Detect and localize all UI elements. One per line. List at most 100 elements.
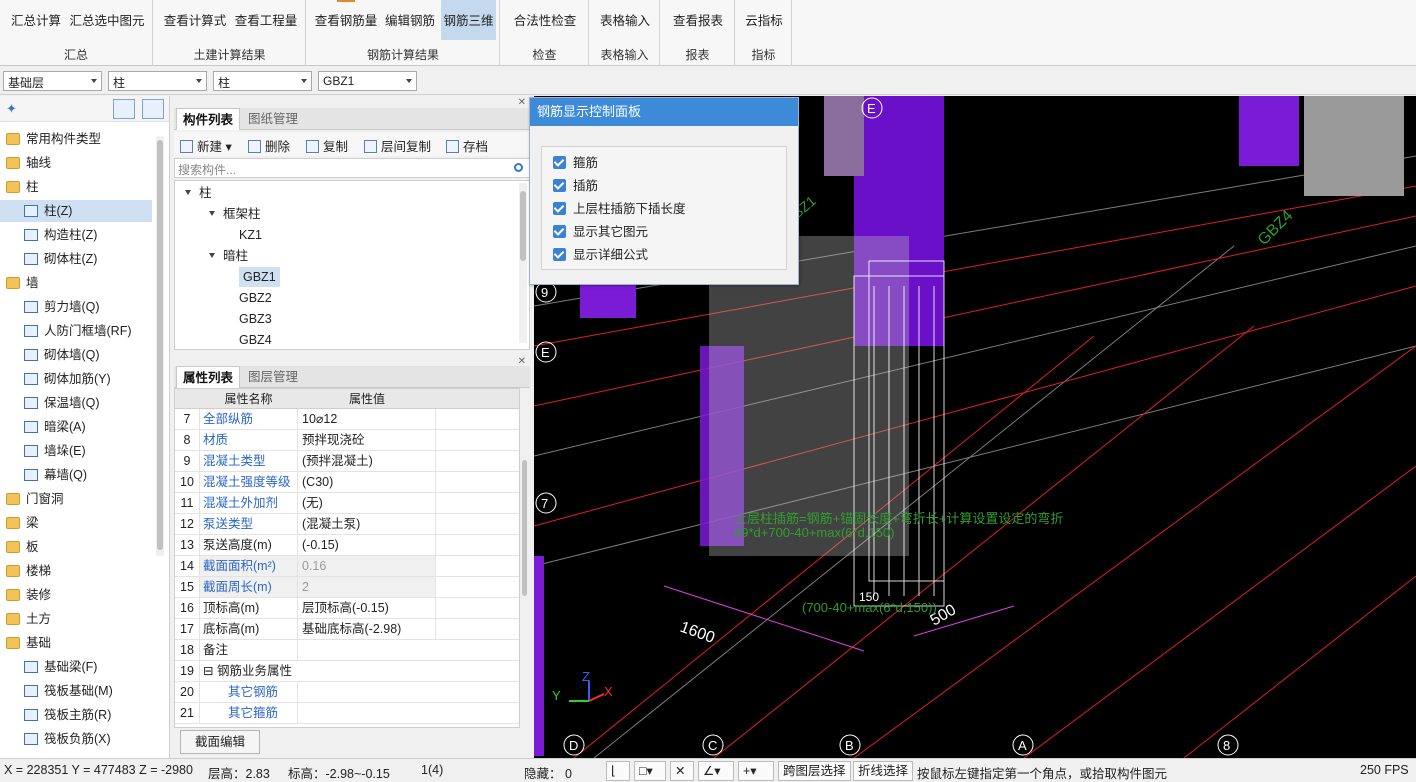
property-row[interactable]: 11 混凝土外加剂 (无) xyxy=(175,493,519,514)
cross-layer-select-button[interactable]: 跨图层选择 xyxy=(778,761,851,781)
component-search-input[interactable]: 搜索构件... xyxy=(174,158,530,178)
nav-subitem[interactable]: 柱(Z) xyxy=(0,200,152,222)
collapse-icon[interactable]: ⊟ xyxy=(203,664,217,678)
floor-copy-button[interactable]: 层间复制 xyxy=(364,136,431,155)
tab-drawing-manage[interactable]: 图纸管理 xyxy=(242,108,304,130)
property-row[interactable]: 19 ⊟ 钢筋业务属性 xyxy=(175,661,519,682)
nav-subitem[interactable]: 筏板主筋(R) xyxy=(0,704,152,726)
rebar-3d-button[interactable]: 钢筋三维 xyxy=(441,0,496,40)
nav-category[interactable]: 土方 xyxy=(0,608,152,630)
nav-category[interactable]: 柱 xyxy=(0,176,152,198)
delete-button[interactable]: 删除 xyxy=(248,136,290,155)
property-value[interactable]: 2 xyxy=(298,577,436,597)
type-select[interactable]: 柱 xyxy=(213,71,312,91)
component-tree-item[interactable]: GBZ4 xyxy=(239,330,272,349)
nav-subitem[interactable]: 筏板基础(M) xyxy=(0,680,152,702)
stirrup-checkbox[interactable]: 箍筋 xyxy=(553,153,598,173)
upper-dowel-length-checkbox[interactable]: 上层柱插筋下插长度 xyxy=(553,199,686,219)
nav-subitem[interactable]: 保温墙(Q) xyxy=(0,392,152,414)
ortho-icon[interactable]: ⌊ xyxy=(606,761,630,781)
property-row[interactable]: 16 顶标高(m) 层顶标高(-0.15) xyxy=(175,598,519,619)
property-row[interactable]: 15 截面周长(m) 2 xyxy=(175,577,519,598)
tab-component-list[interactable]: 构件列表 xyxy=(176,108,241,130)
property-scrollbar[interactable] xyxy=(520,390,529,726)
property-value[interactable]: 10⌀12 xyxy=(298,409,436,429)
nav-category[interactable]: 楼梯 xyxy=(0,560,152,582)
summary-selected-button[interactable]: 汇总选中图元 xyxy=(68,0,146,40)
component-tree-item[interactable]: KZ1 xyxy=(239,225,262,245)
nav-category[interactable]: 轴线 xyxy=(0,152,152,174)
expand-arrow-icon[interactable] xyxy=(209,253,215,258)
pin-icon[interactable]: ✦ xyxy=(6,101,17,117)
property-value[interactable]: (预拌混凝土) xyxy=(298,451,436,471)
property-row[interactable]: 17 底标高(m) 基础底标高(-2.98) xyxy=(175,619,519,640)
element-select[interactable]: GBZ1 xyxy=(318,71,417,91)
archive-button[interactable]: 存档 xyxy=(446,136,488,155)
close-icon[interactable]: ✕ xyxy=(518,97,526,108)
snap-icon[interactable]: □▾ xyxy=(634,761,666,781)
view-rebar-button[interactable]: 查看钢筋量 xyxy=(313,0,379,40)
nav-subitem[interactable]: 基础梁(F) xyxy=(0,656,152,678)
property-value[interactable]: (无) xyxy=(298,493,436,513)
tab-property-list[interactable]: 属性列表 xyxy=(176,366,241,388)
search-icon[interactable] xyxy=(514,163,523,172)
cross-icon[interactable]: ✕ xyxy=(670,761,694,781)
component-tree-item[interactable]: GBZ2 xyxy=(239,288,272,308)
nav-subitem[interactable]: 人防门框墙(RF) xyxy=(0,320,152,342)
property-value[interactable]: (C30) xyxy=(298,472,436,492)
component-tree-item[interactable]: 框架柱 xyxy=(209,204,261,224)
angle-icon[interactable]: ∠▾ xyxy=(698,761,734,781)
property-value[interactable]: (混凝土泵) xyxy=(298,514,436,534)
property-row[interactable]: 10 混凝土强度等级 (C30) xyxy=(175,472,519,493)
property-value[interactable]: 0.16 xyxy=(298,556,436,576)
property-row[interactable]: 12 泵送类型 (混凝土泵) xyxy=(175,514,519,535)
cloud-index-button[interactable]: 云指标 xyxy=(742,0,786,40)
nav-subitem[interactable]: 砌体柱(Z) xyxy=(0,248,152,270)
view-report-button[interactable]: 查看报表 xyxy=(669,0,727,40)
nav-subitem[interactable]: 墙垛(E) xyxy=(0,440,152,462)
property-row[interactable]: 9 混凝土类型 (预拌混凝土) xyxy=(175,451,519,472)
nav-category[interactable]: 墙 xyxy=(0,272,152,294)
edit-rebar-button[interactable]: 编辑钢筋 xyxy=(383,0,437,40)
nav-category[interactable]: 门窗洞 xyxy=(0,488,152,510)
property-row[interactable]: 8 材质 预拌现浇砼 xyxy=(175,430,519,451)
dowel-checkbox[interactable]: 插筋 xyxy=(553,176,598,196)
view-quantity-button[interactable]: 查看工程量 xyxy=(232,0,300,40)
property-row[interactable]: 18 备注 xyxy=(175,640,519,661)
view-formula-button[interactable]: 查看计算式 xyxy=(162,0,228,40)
property-value[interactable]: 基础底标高(-2.98) xyxy=(298,619,436,639)
property-value[interactable]: (-0.15) xyxy=(298,535,436,555)
legality-check-button[interactable]: 合法性检查 xyxy=(511,0,579,40)
dim-tool-icon[interactable]: +▾ xyxy=(738,761,774,781)
nav-subitem[interactable]: 剪力墙(Q) xyxy=(0,296,152,318)
nav-category[interactable]: 梁 xyxy=(0,512,152,534)
new-button[interactable]: 新建 ▾ xyxy=(180,136,232,155)
show-formula-checkbox[interactable]: 显示详细公式 xyxy=(553,245,648,265)
property-row[interactable]: 13 泵送高度(m) (-0.15) xyxy=(175,535,519,556)
show-other-elements-checkbox[interactable]: 显示其它图元 xyxy=(553,222,648,242)
nav-category[interactable]: 基础 xyxy=(0,632,152,654)
property-value[interactable]: 层顶标高(-0.15) xyxy=(298,598,436,618)
nav-subitem[interactable]: 砌体加筋(Y) xyxy=(0,368,152,390)
list-view-icon[interactable] xyxy=(113,99,135,119)
nav-subitem[interactable]: 构造柱(Z) xyxy=(0,224,152,246)
nav-subitem[interactable]: 暗梁(A) xyxy=(0,416,152,438)
component-tree-item[interactable]: GBZ1 xyxy=(239,267,280,287)
category-select[interactable]: 柱 xyxy=(108,71,207,91)
nav-scrollbar[interactable] xyxy=(156,136,164,556)
section-edit-button[interactable]: 截面编辑 xyxy=(180,730,260,754)
polyline-select-button[interactable]: 折线选择 xyxy=(853,761,914,781)
property-row[interactable]: 20 其它钢筋 xyxy=(175,682,519,703)
expand-arrow-icon[interactable] xyxy=(185,190,191,195)
component-tree-item[interactable]: 暗柱 xyxy=(209,246,248,266)
property-value[interactable]: 预拌现浇砼 xyxy=(298,430,436,450)
expand-arrow-icon[interactable] xyxy=(209,211,215,216)
property-row[interactable]: 7 全部纵筋 10⌀12 xyxy=(175,409,519,430)
component-scrollbar[interactable] xyxy=(519,183,527,343)
floor-select[interactable]: 基础层 xyxy=(3,71,102,91)
property-row[interactable]: 14 截面面积(m²) 0.16 xyxy=(175,556,519,577)
component-tree-item[interactable]: GBZ3 xyxy=(239,309,272,329)
summary-calc-button[interactable]: 汇总计算 xyxy=(8,0,64,40)
property-row[interactable]: 21 其它箍筋 xyxy=(175,703,519,724)
component-tree-item[interactable]: 柱 xyxy=(185,183,212,203)
